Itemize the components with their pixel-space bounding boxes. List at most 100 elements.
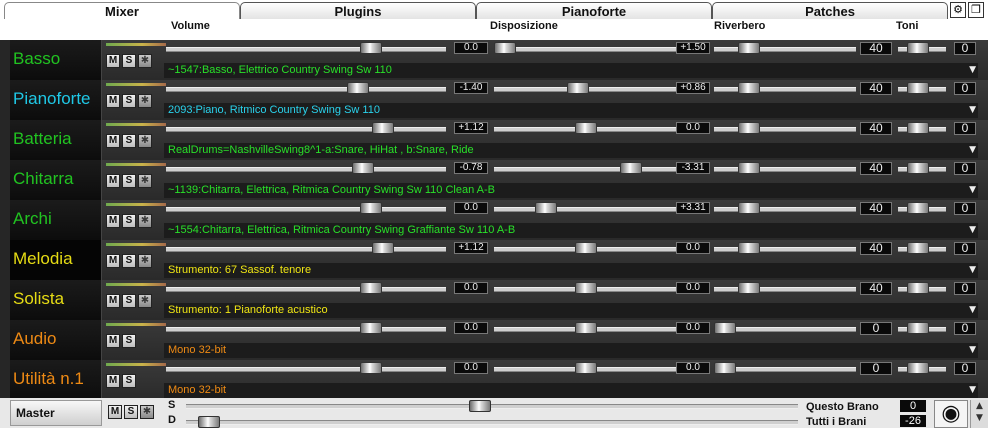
tone-slider-handle[interactable] (907, 362, 929, 374)
channel-name[interactable]: Basso (10, 40, 102, 80)
mute-button[interactable]: M (106, 174, 120, 188)
dropdown-arrow-icon[interactable]: ▼ (969, 223, 976, 238)
dropdown-arrow-icon[interactable]: ▼ (969, 303, 976, 318)
reverb-slider[interactable] (714, 287, 856, 292)
reverb-slider-handle[interactable] (738, 282, 760, 294)
fx-icon[interactable]: ✱ (138, 94, 152, 108)
channel-name[interactable]: Audio (10, 320, 102, 360)
tone-slider-handle[interactable] (907, 122, 929, 134)
reverb-value[interactable]: 40 (860, 202, 892, 215)
pan-slider[interactable] (494, 207, 678, 212)
volume-slider-handle[interactable] (372, 242, 394, 254)
reverb-slider-handle[interactable] (738, 162, 760, 174)
tone-slider-handle[interactable] (907, 282, 929, 294)
solo-button[interactable]: S (122, 214, 136, 228)
reverb-slider[interactable] (714, 127, 856, 132)
master-d-slider-handle[interactable] (198, 416, 220, 428)
tone-value[interactable]: 0 (954, 42, 976, 55)
reverb-slider[interactable] (714, 87, 856, 92)
pan-slider-handle[interactable] (575, 362, 597, 374)
master-d-slider[interactable] (186, 420, 798, 425)
solo-button[interactable]: S (122, 374, 136, 388)
instrument-selector[interactable]: ~1554:Chitarra, Elettrica, Ritmica Count… (164, 223, 978, 238)
reverb-value[interactable]: 40 (860, 42, 892, 55)
mute-button[interactable]: M (106, 254, 120, 268)
reverb-slider-handle[interactable] (714, 322, 736, 334)
gear-icon[interactable]: ⚙ (950, 2, 966, 18)
volume-slider[interactable] (166, 207, 446, 212)
pan-value[interactable]: 0.0 (676, 362, 710, 374)
reverb-slider[interactable] (714, 247, 856, 252)
tone-value[interactable]: 0 (954, 202, 976, 215)
volume-slider-handle[interactable] (352, 162, 374, 174)
dropdown-arrow-icon[interactable]: ▼ (969, 343, 976, 358)
instrument-selector[interactable]: Strumento: 1 Pianoforte acustico ▼ (164, 303, 978, 318)
master-solo-button[interactable]: S (124, 405, 138, 419)
tone-slider-handle[interactable] (907, 202, 929, 214)
tone-slider-handle[interactable] (907, 322, 929, 334)
volume-slider-handle[interactable] (360, 362, 382, 374)
fx-icon[interactable]: ✱ (138, 174, 152, 188)
pan-value[interactable]: 0.0 (676, 122, 710, 134)
dropdown-arrow-icon[interactable]: ▼ (969, 143, 976, 158)
reverb-value[interactable]: 0 (860, 362, 892, 375)
volume-slider[interactable] (166, 367, 446, 372)
tone-slider-handle[interactable] (907, 162, 929, 174)
instrument-selector[interactable]: 2093:Piano, Ritmico Country Swing Sw 110… (164, 103, 978, 118)
reverb-value[interactable]: 40 (860, 282, 892, 295)
master-s-slider[interactable] (186, 404, 798, 409)
instrument-selector[interactable]: ~1139:Chitarra, Elettrica, Ritmica Count… (164, 183, 978, 198)
pan-slider-handle[interactable] (575, 282, 597, 294)
dropdown-arrow-icon[interactable]: ▼ (969, 63, 976, 78)
solo-button[interactable]: S (122, 94, 136, 108)
tab-plugins[interactable]: Plugins (240, 2, 476, 19)
dropdown-arrow-icon[interactable]: ▼ (969, 383, 976, 398)
tone-slider-handle[interactable] (907, 242, 929, 254)
mute-button[interactable]: M (106, 294, 120, 308)
volume-slider-handle[interactable] (360, 282, 382, 294)
mute-button[interactable]: M (106, 374, 120, 388)
reverb-value[interactable]: 0 (860, 322, 892, 335)
volume-value[interactable]: +1.12 (454, 242, 488, 254)
pan-slider-handle[interactable] (620, 162, 642, 174)
pan-slider-handle[interactable] (567, 82, 589, 94)
master-mute-button[interactable]: M (108, 405, 122, 419)
channel-name[interactable]: Pianoforte (10, 80, 102, 120)
reverb-slider-handle[interactable] (738, 242, 760, 254)
fx-icon[interactable]: ✱ (138, 294, 152, 308)
reverb-slider-handle[interactable] (738, 82, 760, 94)
reverb-slider-handle[interactable] (738, 122, 760, 134)
master-s-slider-handle[interactable] (469, 400, 491, 412)
tone-value[interactable]: 0 (954, 122, 976, 135)
volume-value[interactable]: +1.12 (454, 122, 488, 134)
tone-value[interactable]: 0 (954, 242, 976, 255)
scrollbar[interactable]: ▲ ▼ (970, 400, 988, 428)
channel-name[interactable]: Archi (10, 200, 102, 240)
volume-slider-handle[interactable] (360, 202, 382, 214)
tone-value[interactable]: 0 (954, 362, 976, 375)
tab-patches[interactable]: Patches (712, 2, 948, 19)
channel-name[interactable]: Melodia (10, 240, 102, 280)
reverb-value[interactable]: 40 (860, 122, 892, 135)
volume-slider[interactable] (166, 167, 446, 172)
fx-icon[interactable]: ✱ (138, 54, 152, 68)
reverb-slider[interactable] (714, 207, 856, 212)
solo-button[interactable]: S (122, 254, 136, 268)
pan-value[interactable]: 0.0 (676, 242, 710, 254)
volume-value[interactable]: 0.0 (454, 322, 488, 334)
channel-name[interactable]: Chitarra (10, 160, 102, 200)
reverb-value[interactable]: 40 (860, 82, 892, 95)
pan-value[interactable]: -3.31 (676, 162, 710, 174)
volume-value[interactable]: -1.40 (454, 82, 488, 94)
solo-button[interactable]: S (122, 134, 136, 148)
fx-icon[interactable]: ✱ (138, 214, 152, 228)
volume-slider[interactable] (166, 327, 446, 332)
this-song-value[interactable]: 0 (900, 400, 926, 412)
pan-value[interactable]: 0.0 (676, 322, 710, 334)
volume-slider-handle[interactable] (360, 42, 382, 54)
solo-button[interactable]: S (122, 294, 136, 308)
instrument-selector[interactable]: Mono 32-bit ▼ (164, 383, 978, 398)
reverb-slider-handle[interactable] (738, 42, 760, 54)
instrument-selector[interactable]: ~1547:Basso, Elettrico Country Swing Sw … (164, 63, 978, 78)
volume-slider[interactable] (166, 247, 446, 252)
